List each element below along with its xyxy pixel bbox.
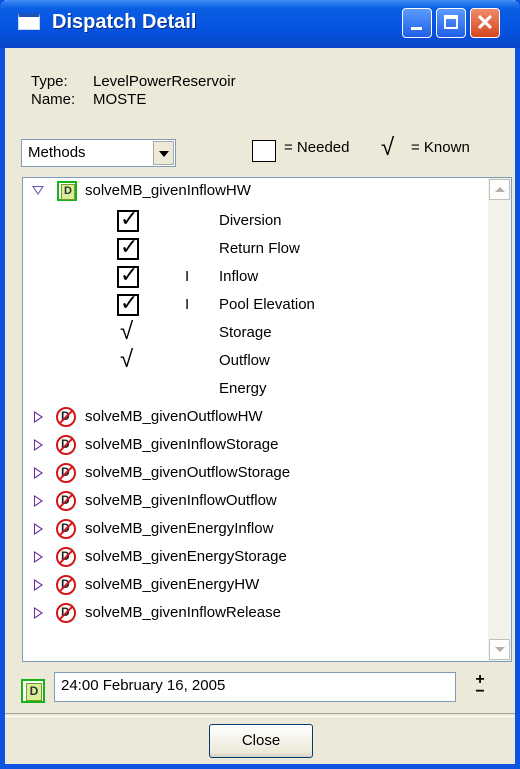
needed-legend-text: = Needed [284, 139, 350, 156]
variable-name: Energy [219, 380, 267, 397]
variable-name: Inflow [219, 268, 259, 285]
known-check-icon: √ [381, 134, 395, 161]
timestep-value: 24:00 February 16, 2005 [61, 677, 226, 694]
scroll-up-icon[interactable] [489, 179, 510, 200]
collapse-triangle-icon[interactable] [34, 551, 43, 563]
name-value: MOSTE [93, 91, 147, 108]
needed-legend-box [252, 140, 276, 162]
method-row[interactable]: D solveMB_givenInflowHW [23, 178, 483, 206]
dispatch-ok-icon: D [57, 181, 77, 201]
variable-row: Diversion [23, 206, 483, 236]
collapse-triangle-icon[interactable] [34, 495, 43, 507]
collapse-triangle-icon[interactable] [34, 411, 43, 423]
method-row[interactable]: solveMB_givenInflowStorage [23, 432, 483, 460]
collapse-triangle-icon[interactable] [34, 579, 43, 591]
minimize-icon [411, 27, 422, 30]
collapse-triangle-icon[interactable] [34, 607, 43, 619]
dispatch-blocked-icon [56, 435, 76, 455]
variable-row: I Pool Elevation [23, 290, 483, 320]
variable-name: Return Flow [219, 240, 300, 257]
method-row[interactable]: solveMB_givenOutflowStorage [23, 460, 483, 488]
variable-row: √ Outflow [23, 346, 483, 376]
dispatch-blocked-icon [56, 547, 76, 567]
close-icon: ✕ [475, 10, 495, 35]
dispatch-blocked-icon [56, 603, 76, 623]
window-icon [18, 13, 40, 30]
known-legend-text: = Known [411, 139, 470, 156]
title-bar[interactable]: Dispatch Detail ✕ [0, 0, 520, 48]
collapse-triangle-icon[interactable] [34, 439, 43, 451]
dispatch-blocked-icon [56, 575, 76, 595]
variable-marker: I [185, 296, 190, 313]
scroll-down-icon[interactable] [489, 639, 510, 660]
mode-select-value: Methods [28, 144, 86, 161]
method-name: solveMB_givenOutflowHW [85, 408, 263, 425]
dispatch-blocked-icon [56, 491, 76, 511]
variable-row: I Inflow [23, 262, 483, 292]
dispatch-blocked-icon [56, 407, 76, 427]
dispatch-blocked-icon [56, 463, 76, 483]
checked-box-icon [117, 206, 139, 232]
variable-name: Diversion [219, 212, 282, 229]
checked-box-icon [117, 290, 139, 316]
method-name: solveMB_givenEnergyInflow [85, 520, 274, 537]
methods-tree[interactable]: D solveMB_givenInflowHW Diversion Return… [22, 177, 512, 662]
method-name: solveMB_givenEnergyHW [85, 576, 260, 593]
method-row[interactable]: solveMB_givenEnergyInflow [23, 516, 483, 544]
variable-marker: I [185, 268, 190, 285]
method-name: solveMB_givenInflowOutflow [85, 492, 277, 509]
timestep-dispatch-icon[interactable]: D [21, 679, 45, 703]
timestep-field[interactable]: 24:00 February 16, 2005 [54, 672, 456, 702]
collapse-triangle-icon[interactable] [34, 467, 43, 479]
maximize-icon [444, 15, 458, 29]
dispatch-detail-window: Dispatch Detail ✕ Type: LevelPowerReserv… [0, 0, 520, 769]
method-name: solveMB_givenInflowStorage [85, 436, 279, 453]
method-row[interactable]: solveMB_givenEnergyStorage [23, 544, 483, 572]
name-label: Name: [31, 91, 76, 108]
method-name: solveMB_givenEnergyStorage [85, 548, 287, 565]
checked-box-icon [117, 262, 139, 288]
variable-row: Return Flow [23, 234, 483, 264]
variable-row: √ Storage [23, 318, 483, 348]
chevron-down-icon[interactable] [153, 141, 174, 165]
separator [5, 713, 515, 717]
window-title: Dispatch Detail [52, 11, 197, 33]
method-row[interactable]: solveMB_givenEnergyHW [23, 572, 483, 600]
method-row[interactable]: solveMB_givenInflowRelease [23, 600, 483, 628]
method-name: solveMB_givenInflowHW [85, 182, 251, 199]
known-check-icon: √ [120, 318, 134, 345]
type-label: Type: [31, 73, 68, 90]
dispatch-blocked-icon [56, 519, 76, 539]
expand-triangle-icon[interactable] [32, 186, 44, 195]
known-check-icon: √ [120, 346, 134, 373]
variable-row: Energy [23, 376, 483, 404]
collapse-triangle-icon[interactable] [34, 523, 43, 535]
timestep-spinner[interactable]: + − [471, 672, 493, 700]
vertical-scrollbar[interactable] [488, 178, 511, 661]
variable-name: Pool Elevation [219, 296, 315, 313]
method-row[interactable]: solveMB_givenOutflowHW [23, 404, 483, 432]
method-name: solveMB_givenInflowRelease [85, 604, 281, 621]
minimize-button[interactable] [402, 8, 432, 38]
method-name: solveMB_givenOutflowStorage [85, 464, 291, 481]
variable-name: Storage [219, 324, 272, 341]
type-value: LevelPowerReservoir [93, 73, 236, 90]
variable-name: Outflow [219, 352, 270, 369]
maximize-button[interactable] [436, 8, 466, 38]
close-button[interactable]: Close [209, 724, 313, 758]
method-row[interactable]: solveMB_givenInflowOutflow [23, 488, 483, 516]
checked-box-icon [117, 234, 139, 260]
close-window-button[interactable]: ✕ [470, 8, 500, 38]
mode-select[interactable]: Methods [21, 139, 176, 167]
spinner-minus-icon[interactable]: − [471, 684, 489, 700]
